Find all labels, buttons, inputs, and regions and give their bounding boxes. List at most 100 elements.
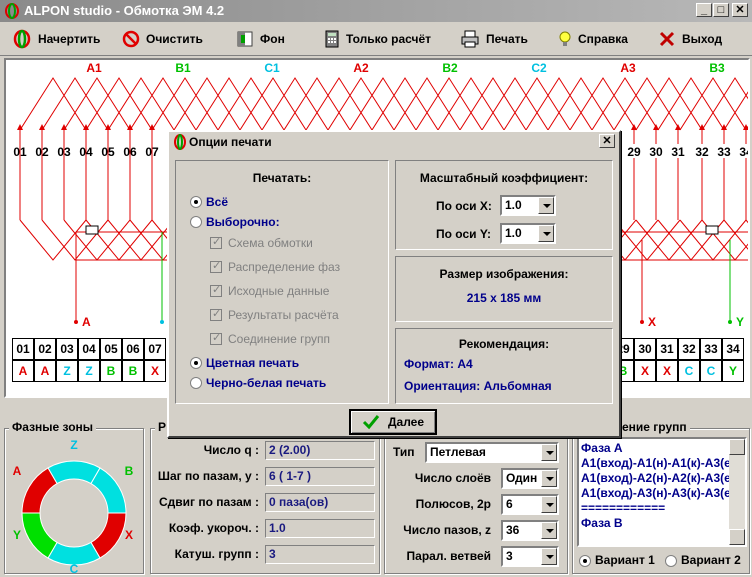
shift-label: Сдвиг по пазам : xyxy=(158,495,259,509)
checkbox-icon xyxy=(210,331,222,345)
print-button[interactable]: Печать xyxy=(460,26,528,52)
slot-table-phase: C xyxy=(700,360,722,382)
group-connection-title: ение групп xyxy=(619,420,690,434)
phase-label: A1 xyxy=(86,61,102,75)
slots-label: Число пазов, z xyxy=(403,523,491,537)
checkbox-group-connection[interactable]: Соединение групп xyxy=(210,331,331,346)
window-title: ALPON studio - Обмотка ЭМ 4.2 xyxy=(24,3,225,18)
dialog-title-bar: Опции печати ✕ xyxy=(169,132,619,152)
draw-icon xyxy=(13,29,31,49)
title-bar: ALPON studio - Обмотка ЭМ 4.2 _ □ ✕ xyxy=(0,0,752,22)
app-logo-icon xyxy=(174,134,186,150)
dialog-close-button[interactable]: ✕ xyxy=(599,134,615,148)
chevron-down-icon[interactable] xyxy=(541,444,557,461)
radio-empty-icon xyxy=(190,216,202,228)
checkmark-icon xyxy=(362,415,380,430)
calc-only-button[interactable]: Только расчёт xyxy=(324,26,431,52)
phase-label: A3 xyxy=(620,61,636,75)
slot-table-phase: X xyxy=(634,360,656,382)
branches-label: Парал. ветвей xyxy=(406,549,491,563)
print-what-group: Печатать: Всё Выборочно: Схема обмотки Р… xyxy=(175,160,389,404)
chevron-down-icon[interactable] xyxy=(541,470,557,487)
phase-label: B3 xyxy=(709,61,725,75)
slot-number: 04 xyxy=(79,145,93,159)
variant1-radio[interactable]: Вариант 1 xyxy=(579,553,655,567)
radio-selected-icon xyxy=(190,357,202,369)
prohibit-icon xyxy=(122,30,140,48)
variant2-radio[interactable]: Вариант 2 xyxy=(665,553,741,567)
q-label: Число q : xyxy=(203,443,259,457)
calculator-icon xyxy=(325,30,339,48)
coil-end-line xyxy=(305,77,373,131)
background-button[interactable]: Фон xyxy=(236,26,285,52)
bw-print-radio[interactable]: Черно-белая печать xyxy=(190,376,326,390)
next-button[interactable]: Далее xyxy=(349,409,437,435)
print-all-radio[interactable]: Всё xyxy=(190,195,228,209)
slot-table-number: 04 xyxy=(78,338,100,360)
coil-end-line xyxy=(657,77,725,131)
close-button[interactable]: ✕ xyxy=(732,3,748,17)
help-button[interactable]: Справка xyxy=(558,26,628,52)
checkbox-calc-results[interactable]: Результаты расчёта xyxy=(210,307,339,322)
minimize-button[interactable]: _ xyxy=(696,3,712,17)
chevron-down-icon[interactable] xyxy=(541,548,557,565)
axis-x-value: 1.0 xyxy=(505,198,522,212)
checkbox-label: Соединение групп xyxy=(228,332,331,346)
background-label: Фон xyxy=(260,32,285,46)
branches-select-value: 3 xyxy=(506,549,513,563)
maximize-button[interactable]: □ xyxy=(713,3,729,17)
radio-selected-icon xyxy=(579,554,591,567)
axis-y-select[interactable]: 1.0 xyxy=(500,223,556,244)
checkbox-winding-scheme[interactable]: Схема обмотки xyxy=(210,235,313,250)
type-label: Тип xyxy=(393,445,415,459)
checkbox-label: Схема обмотки xyxy=(228,236,313,250)
shift-value: 0 паза(ов) xyxy=(265,493,375,512)
chevron-down-icon[interactable] xyxy=(538,197,554,214)
draw-button[interactable]: Начертить xyxy=(12,26,100,52)
scroll-up-button[interactable] xyxy=(729,439,745,455)
slots-select[interactable]: 36 xyxy=(501,520,559,541)
axis-x-label: По оси X: xyxy=(436,199,492,213)
layers-select-value: Один xyxy=(506,471,538,485)
checkbox-phase-distribution[interactable]: Распределение фаз xyxy=(210,259,340,274)
checkbox-input-data[interactable]: Исходные данные xyxy=(210,283,329,298)
layers-select[interactable]: Один xyxy=(501,468,559,489)
group-connection-list[interactable]: Фаза А А1(вход)-А1(н)-А1(к)-А3(е А1(вход… xyxy=(577,437,747,547)
print-all-label: Всё xyxy=(206,195,229,209)
slot-number: 06 xyxy=(123,145,137,159)
exit-button[interactable]: Выход xyxy=(658,26,722,52)
clear-button[interactable]: Очистить xyxy=(122,26,203,52)
current-arrow-icon xyxy=(675,124,681,130)
axis-x-select[interactable]: 1.0 xyxy=(500,195,556,216)
poles-select[interactable]: 6 xyxy=(501,494,559,515)
scroll-down-button[interactable] xyxy=(729,529,745,545)
phase-label: B2 xyxy=(442,61,458,75)
coil-end-line xyxy=(415,77,483,131)
background-icon xyxy=(237,31,253,47)
bw-print-label: Черно-белая печать xyxy=(206,376,327,390)
chevron-down-icon[interactable] xyxy=(538,225,554,242)
slot-table-phase: A xyxy=(34,360,56,382)
chevron-down-icon[interactable] xyxy=(541,522,557,539)
phase-zone-label: Z xyxy=(70,438,77,452)
shortening-value: 1.0 xyxy=(265,519,375,538)
coil-end-line xyxy=(19,77,87,131)
current-arrow-icon xyxy=(631,124,637,130)
phase-zone-segment xyxy=(90,467,127,514)
chevron-down-icon[interactable] xyxy=(541,496,557,513)
image-size-value: 215 x 185 мм xyxy=(466,291,542,305)
junction-box xyxy=(705,225,719,235)
phase-zones-ring: Z B X C Y A xyxy=(13,438,134,576)
coil-end-line xyxy=(107,77,175,131)
coil-end-line xyxy=(371,77,439,131)
terminal-label: X xyxy=(648,315,656,329)
color-print-radio[interactable]: Цветная печать xyxy=(190,356,299,370)
calc-only-label: Только расчёт xyxy=(346,32,432,46)
lightbulb-icon xyxy=(559,31,571,46)
variant2-label: Вариант 2 xyxy=(681,553,741,567)
vertical-scrollbar[interactable] xyxy=(729,439,745,545)
branches-select[interactable]: 3 xyxy=(501,546,559,567)
print-selective-radio[interactable]: Выборочно: xyxy=(190,215,280,229)
type-select[interactable]: Петлевая xyxy=(425,442,559,463)
slot-number: 34 xyxy=(739,145,748,159)
